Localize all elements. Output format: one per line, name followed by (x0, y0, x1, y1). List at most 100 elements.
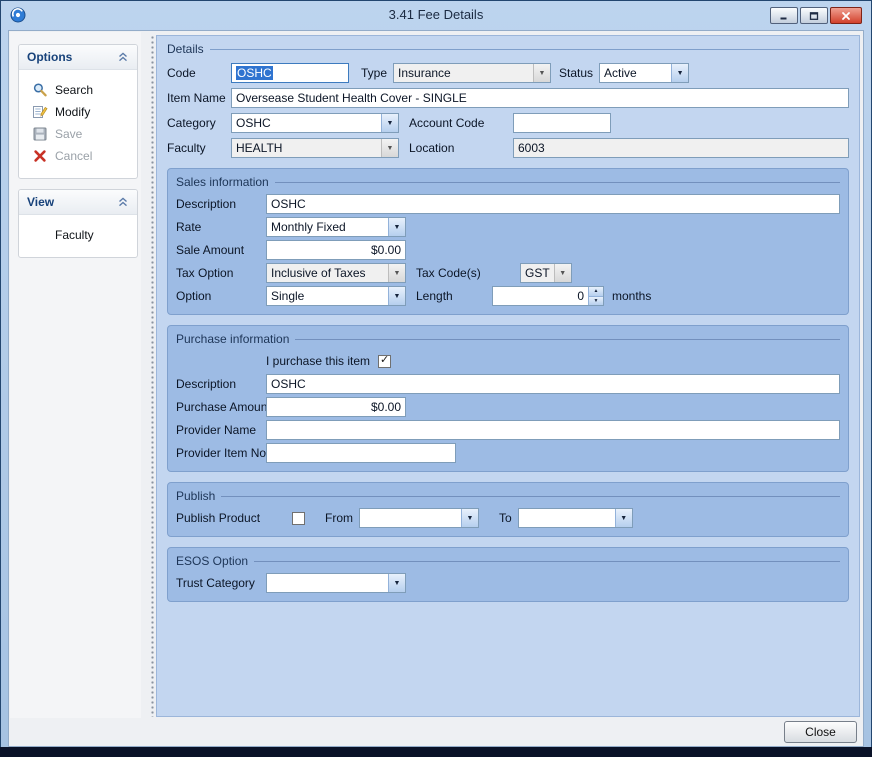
details-section-title: Details (167, 40, 849, 58)
provider-name-label: Provider Name (176, 423, 266, 437)
status-select[interactable]: Active ▼ (599, 63, 689, 83)
trust-category-select[interactable]: ▼ (266, 573, 406, 593)
description-label: Description (176, 377, 266, 391)
purchase-description-row: Description OSHC (176, 374, 840, 394)
collapse-icon[interactable] (117, 196, 129, 208)
details-row-2: Item Name Oversease Student Health Cover… (167, 88, 849, 108)
location-label: Location (409, 141, 513, 155)
length-spinner[interactable]: 0 ▲ ▼ (492, 286, 604, 306)
purchase-description-input[interactable]: OSHC (266, 374, 840, 394)
account-code-input[interactable] (513, 113, 611, 133)
location-input[interactable]: 6003 (513, 138, 849, 158)
i-purchase-label: I purchase this item (266, 354, 370, 368)
maximize-button[interactable] (800, 7, 828, 24)
options-panel: Options Search Modify (18, 44, 138, 179)
chevron-down-icon[interactable]: ▼ (615, 509, 632, 527)
chevron-down-icon[interactable]: ▼ (671, 64, 688, 82)
sidebar-item-save[interactable]: Save (19, 123, 137, 145)
view-panel-header[interactable]: View (19, 190, 137, 215)
spinner-down-icon[interactable]: ▼ (589, 296, 603, 306)
purchase-section-title: Purchase information (176, 330, 840, 348)
close-window-button[interactable] (830, 7, 862, 24)
provider-name-input[interactable] (266, 420, 840, 440)
view-title: View (27, 195, 54, 209)
chevron-down-icon[interactable]: ▼ (554, 264, 571, 282)
provider-item-no-label: Provider Item No (176, 446, 266, 460)
sales-section: Sales information Description OSHC Rate … (167, 168, 849, 315)
tax-codes-select[interactable]: GST ▼ (520, 263, 572, 283)
window-bottom-edge (0, 747, 872, 757)
section-title-text: Sales information (176, 175, 269, 189)
minimize-button[interactable] (770, 7, 798, 24)
sidebar-item-search[interactable]: Search (19, 79, 137, 101)
rate-select[interactable]: Monthly Fixed ▼ (266, 217, 406, 237)
sales-description-row: Description OSHC (176, 194, 840, 214)
section-title-text: Purchase information (176, 332, 289, 346)
i-purchase-checkbox[interactable]: ✓ (378, 355, 391, 368)
details-row-4: Faculty HEALTH ▼ Location 6003 (167, 138, 849, 158)
options-items: Search Modify Save (19, 70, 137, 178)
check-icon: ✓ (380, 355, 389, 366)
section-title-text: ESOS Option (176, 554, 248, 568)
chevron-down-icon[interactable]: ▼ (388, 218, 405, 236)
publish-from-select[interactable]: ▼ (359, 508, 479, 528)
sidebar-item-cancel[interactable]: Cancel (19, 145, 137, 167)
item-name-input[interactable]: Oversease Student Health Cover - SINGLE (231, 88, 849, 108)
details-row-3: Category OSHC ▼ Account Code (167, 113, 849, 133)
length-label: Length (416, 289, 486, 303)
chevron-down-icon[interactable]: ▼ (388, 287, 405, 305)
chevron-down-icon[interactable]: ▼ (388, 264, 405, 282)
option-select[interactable]: Single ▼ (266, 286, 406, 306)
provider-name-row: Provider Name (176, 420, 840, 440)
publish-row: Publish Product ✓ From ▼ To ▼ (176, 508, 840, 528)
view-items: Faculty (19, 215, 137, 257)
type-label: Type (361, 66, 387, 80)
sidebar-item-label: Search (55, 83, 93, 97)
chevron-down-icon[interactable]: ▼ (533, 64, 550, 82)
chevron-down-icon[interactable]: ▼ (461, 509, 478, 527)
sidebar-item-label: Save (55, 127, 82, 141)
sidebar-item-label: Cancel (55, 149, 92, 163)
sidebar-item-label: Faculty (55, 228, 94, 242)
tax-row: Tax Option Inclusive of Taxes ▼ Tax Code… (176, 263, 840, 283)
purchase-amount-row: Purchase Amount $0.00 (176, 397, 840, 417)
purchase-amount-input[interactable]: $0.00 (266, 397, 406, 417)
cancel-icon (32, 148, 48, 164)
provider-item-no-input[interactable] (266, 443, 456, 463)
sale-amount-input[interactable]: $0.00 (266, 240, 406, 260)
code-input[interactable]: OSHC (231, 63, 349, 83)
spinner-up-icon[interactable]: ▲ (589, 287, 603, 296)
publish-product-label: Publish Product (176, 511, 266, 525)
publish-to-label: To (499, 511, 512, 525)
sidebar-item-faculty[interactable]: Faculty (19, 224, 137, 246)
description-label: Description (176, 197, 266, 211)
chevron-down-icon[interactable]: ▼ (388, 574, 405, 592)
sidebar-item-modify[interactable]: Modify (19, 101, 137, 123)
category-select[interactable]: OSHC ▼ (231, 113, 399, 133)
tax-option-select[interactable]: Inclusive of Taxes ▼ (266, 263, 406, 283)
rate-row: Rate Monthly Fixed ▼ (176, 217, 840, 237)
chevron-down-icon[interactable]: ▼ (381, 114, 398, 132)
client-area: Options Search Modify (8, 30, 864, 747)
close-button[interactable]: Close (784, 721, 857, 743)
publish-to-select[interactable]: ▼ (518, 508, 633, 528)
options-panel-header[interactable]: Options (19, 45, 137, 70)
view-panel: View Faculty (18, 189, 138, 258)
splitter[interactable] (149, 35, 156, 717)
publish-product-checkbox[interactable]: ✓ (292, 512, 305, 525)
faculty-select[interactable]: HEALTH ▼ (231, 138, 399, 158)
tax-option-label: Tax Option (176, 266, 266, 280)
app-icon (10, 7, 26, 23)
collapse-icon[interactable] (117, 51, 129, 63)
sale-amount-label: Sale Amount (176, 243, 266, 257)
chevron-down-icon[interactable]: ▼ (381, 139, 398, 157)
window-title: 3.41 Fee Details (0, 0, 872, 30)
fee-details-window: 3.41 Fee Details Options (0, 0, 872, 757)
sales-description-input[interactable]: OSHC (266, 194, 840, 214)
save-icon (32, 126, 48, 142)
bottom-bar: Close (9, 718, 863, 746)
type-select[interactable]: Insurance ▼ (393, 63, 551, 83)
sales-section-title: Sales information (176, 173, 840, 191)
trust-category-label: Trust Category (176, 576, 266, 590)
length-unit-label: months (612, 289, 651, 303)
